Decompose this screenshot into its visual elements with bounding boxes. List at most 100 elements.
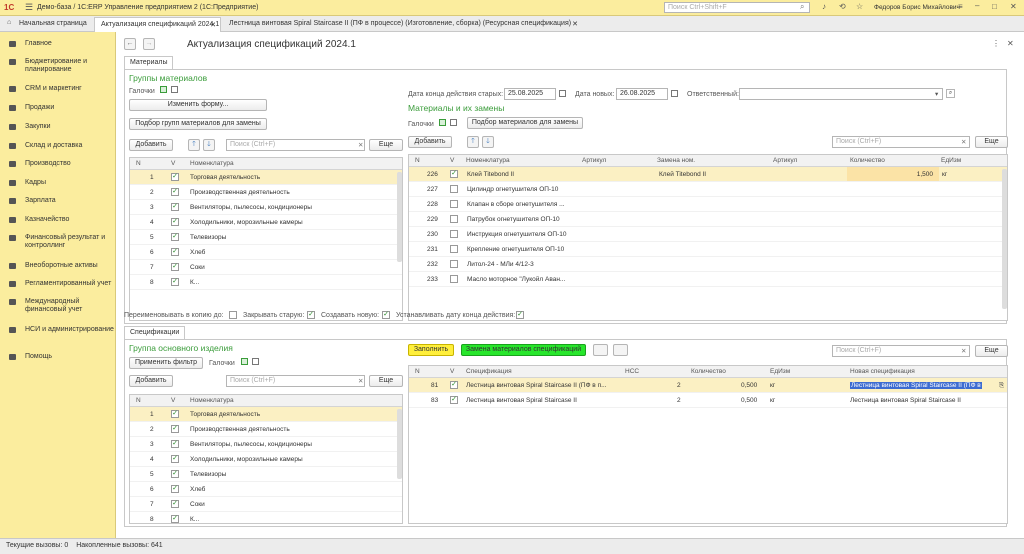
more-vert-icon[interactable]: ⋮ bbox=[992, 39, 1000, 48]
row-checkbox[interactable]: ✓ bbox=[171, 173, 179, 181]
table-row[interactable]: 5 ✓ Телевизоры bbox=[130, 467, 402, 482]
search-icon[interactable]: ⌕ bbox=[800, 2, 804, 12]
table-row[interactable]: 2 ✓ Производственная деятельность bbox=[130, 422, 402, 437]
sidebar-item-help[interactable]: Помощь bbox=[0, 353, 116, 361]
table-row[interactable]: 233 Масло моторное "Лукойл Аван... bbox=[409, 272, 1007, 287]
table-row[interactable]: 3 ✓ Вентиляторы, пылесосы, кондиционеры bbox=[130, 437, 402, 452]
table-row[interactable]: 7 ✓ Соки bbox=[130, 260, 402, 275]
new-date-field[interactable]: 26.08.2025 bbox=[616, 88, 668, 100]
check-all-icon[interactable] bbox=[160, 86, 167, 93]
groups-search-input[interactable]: Поиск (Ctrl+F) bbox=[226, 139, 365, 151]
table-row[interactable]: 1 ✓ Торговая деятельность bbox=[130, 170, 402, 185]
dropdown-icon[interactable]: ▾ bbox=[935, 90, 938, 98]
tab-home[interactable]: Начальная страница bbox=[13, 17, 93, 32]
sidebar-item-ifrs[interactable]: Международный финансовый учет bbox=[0, 298, 116, 314]
open-icon[interactable]: ⌕ bbox=[946, 89, 955, 98]
row-checkbox[interactable] bbox=[450, 275, 458, 283]
row-checkbox[interactable]: ✓ bbox=[171, 470, 179, 478]
tab-spec-update[interactable]: Актуализация спецификаций 2024.1 ✕ bbox=[94, 17, 221, 32]
sidebar-item-budgeting[interactable]: Бюджетирование и планирование bbox=[0, 58, 116, 74]
row-checkbox[interactable]: ✓ bbox=[171, 500, 179, 508]
table-row[interactable]: 4 ✓ Холодильники, морозильные камеры bbox=[130, 452, 402, 467]
spec-more-button[interactable]: Еще bbox=[975, 345, 1008, 357]
sidebar-item-salary[interactable]: Зарплата bbox=[0, 197, 116, 205]
star-icon[interactable]: ☆ bbox=[856, 2, 863, 11]
table-row[interactable]: 3 ✓ Вентиляторы, пылесосы, кондиционеры bbox=[130, 200, 402, 215]
clear-search-icon[interactable]: ✕ bbox=[358, 141, 363, 149]
row-new-spec[interactable]: Лестница винтовая Spiral Staircase II bbox=[850, 397, 961, 404]
set-date-checkbox[interactable]: ✓ bbox=[516, 311, 524, 319]
row-checkbox[interactable] bbox=[450, 185, 458, 193]
forward-button[interactable]: → bbox=[143, 38, 155, 50]
sidebar-item-sales[interactable]: Продажи bbox=[0, 104, 116, 112]
table-row[interactable]: 7 ✓ Соки bbox=[130, 497, 402, 512]
check-all-icon[interactable] bbox=[241, 358, 248, 365]
fill-button[interactable]: Заполнить bbox=[408, 344, 454, 356]
close-icon[interactable]: ✕ bbox=[1010, 2, 1017, 11]
product-search-input[interactable]: Поиск (Ctrl+F) bbox=[226, 375, 365, 387]
back-button[interactable]: ← bbox=[124, 38, 136, 50]
sidebar-item-regulated[interactable]: Регламентированный учет bbox=[0, 280, 116, 288]
responsible-field[interactable] bbox=[739, 88, 943, 100]
sidebar-item-treasury[interactable]: Казначейство bbox=[0, 216, 116, 224]
table-row[interactable]: 83 ✓ Лестница винтовая Spiral Staircase II… bbox=[409, 393, 1007, 408]
product-add-button[interactable]: Добавить bbox=[129, 375, 173, 387]
table-row[interactable]: 8 ✓ К... bbox=[130, 512, 402, 523]
history-icon[interactable]: ⟲ bbox=[839, 2, 846, 11]
export-icon[interactable] bbox=[593, 344, 608, 356]
maximize-icon[interactable]: □ bbox=[992, 2, 997, 11]
row-checkbox[interactable]: ✓ bbox=[450, 381, 458, 389]
calendar-icon[interactable] bbox=[671, 90, 678, 97]
tab-close-icon[interactable]: ✕ bbox=[210, 21, 216, 29]
groups-add-button[interactable]: Добавить bbox=[129, 139, 173, 151]
sidebar-item-assets[interactable]: Внеоборотные активы bbox=[0, 262, 116, 270]
row-checkbox[interactable]: ✓ bbox=[171, 425, 179, 433]
row-checkbox[interactable] bbox=[450, 215, 458, 223]
clear-search-icon[interactable]: ✕ bbox=[961, 347, 966, 355]
create-new-checkbox[interactable]: ✓ bbox=[382, 311, 390, 319]
sidebar-item-finresult[interactable]: Финансовый результат и контроллинг bbox=[0, 234, 116, 250]
sidebar-item-main[interactable]: Главное bbox=[0, 40, 116, 48]
row-quantity-cell[interactable]: 1,500 bbox=[847, 167, 939, 181]
row-checkbox[interactable] bbox=[450, 245, 458, 253]
table-row[interactable]: 2 ✓ Производственная деятельность bbox=[130, 185, 402, 200]
tab-materials[interactable]: Материалы bbox=[124, 56, 174, 69]
table-row[interactable]: 6 ✓ Хлеб bbox=[130, 482, 402, 497]
table-row[interactable]: 230 Инструкция огнетушителя ОП-10 bbox=[409, 227, 1007, 242]
groups-more-button[interactable]: Еще bbox=[369, 139, 403, 151]
product-more-button[interactable]: Еще bbox=[369, 375, 403, 387]
pick-groups-button[interactable]: Подбор групп материалов для замены bbox=[129, 118, 267, 130]
rename-checkbox[interactable] bbox=[229, 311, 237, 319]
tab-specifications[interactable]: Спецификации bbox=[124, 326, 186, 339]
row-checkbox[interactable] bbox=[450, 200, 458, 208]
global-search-input[interactable]: Поиск Ctrl+Shift+F bbox=[664, 2, 810, 13]
row-checkbox[interactable]: ✓ bbox=[171, 248, 179, 256]
row-checkbox[interactable]: ✓ bbox=[171, 410, 179, 418]
row-new-spec[interactable]: Лестница винтовая Spiral Staircase II (П… bbox=[850, 382, 982, 389]
row-checkbox[interactable]: ✓ bbox=[171, 233, 179, 241]
scrollbar[interactable] bbox=[397, 172, 402, 262]
spec-search-input[interactable]: Поиск (Ctrl+F) bbox=[832, 345, 970, 357]
row-checkbox[interactable]: ✓ bbox=[171, 455, 179, 463]
sidebar-item-warehouse[interactable]: Склад и доставка bbox=[0, 142, 116, 150]
user-name[interactable]: Федоров Борис Михайлович bbox=[874, 4, 960, 11]
uncheck-all-icon[interactable] bbox=[171, 86, 178, 93]
table-row[interactable]: 81 ✓ Лестница винтовая Spiral Staircase II… bbox=[409, 378, 1007, 393]
sidebar-item-purchases[interactable]: Закупки bbox=[0, 123, 116, 131]
materials-more-button[interactable]: Еще bbox=[975, 136, 1008, 148]
apply-filter-button[interactable]: Применить фильтр bbox=[129, 357, 203, 369]
row-checkbox[interactable]: ✓ bbox=[171, 278, 179, 286]
home-icon[interactable]: ⌂ bbox=[7, 19, 11, 26]
move-up-icon[interactable]: 🡑 bbox=[467, 136, 479, 148]
materials-add-button[interactable]: Добавить bbox=[408, 136, 452, 148]
row-checkbox[interactable]: ✓ bbox=[171, 218, 179, 226]
table-row[interactable]: 8 ✓ К... bbox=[130, 275, 402, 290]
table-row[interactable]: 232 Литол-24 - МЛи 4/12-3 bbox=[409, 257, 1007, 272]
row-checkbox[interactable]: ✓ bbox=[171, 485, 179, 493]
bell-icon[interactable]: ♪ bbox=[822, 2, 826, 11]
row-checkbox[interactable]: ✓ bbox=[450, 396, 458, 404]
table-row[interactable]: 1 ✓ Торговая деятельность bbox=[130, 407, 402, 422]
scrollbar[interactable] bbox=[1002, 169, 1007, 309]
move-down-icon[interactable]: 🡓 bbox=[482, 136, 494, 148]
table-row[interactable]: 4 ✓ Холодильники, морозильные камеры bbox=[130, 215, 402, 230]
